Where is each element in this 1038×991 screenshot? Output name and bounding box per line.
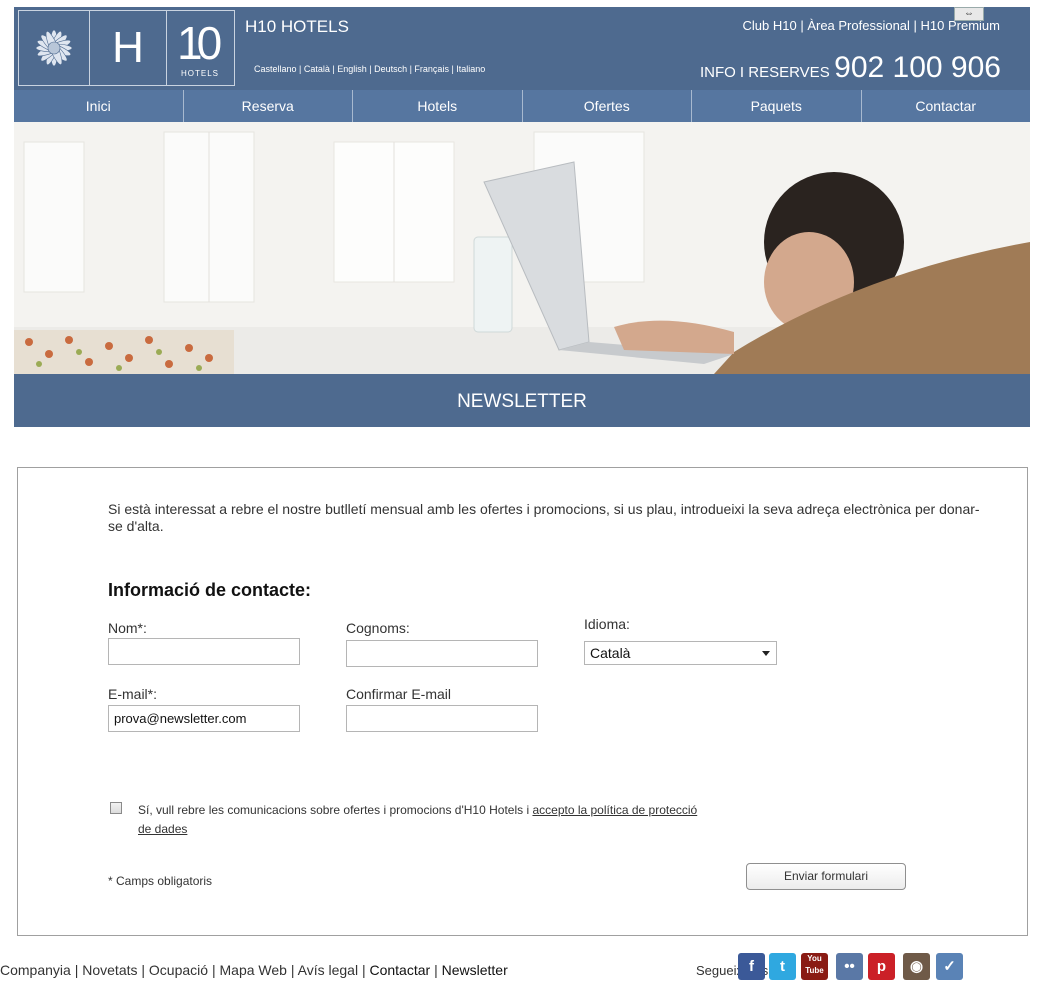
tripadvisor-icon[interactable]: ✓ (936, 953, 963, 980)
flickr-icon[interactable]: •• (836, 953, 863, 980)
nav-item-paquets[interactable]: Paquets (692, 90, 862, 122)
footer-link-novetats[interactable]: Novetats (82, 962, 137, 978)
language-select-value: Català (590, 645, 631, 661)
consent-checkbox[interactable] (110, 802, 122, 814)
footer-link-avis-legal[interactable]: Avís legal (298, 962, 358, 978)
language-links[interactable]: Castellano | Català | English | Deutsch … (254, 64, 485, 74)
nav-item-inici[interactable]: Inici (14, 90, 184, 122)
footer-link-ocupacio[interactable]: Ocupació (149, 962, 208, 978)
youtube-icon[interactable]: You Tube (801, 953, 828, 980)
footer-links: Companyia | Novetats | Ocupació | Mapa W… (0, 962, 508, 978)
newsletter-form: Si està interessat a rebre el nostre but… (17, 467, 1028, 936)
required-note: * Camps obligatoris (108, 874, 213, 888)
footer-link-newsletter[interactable]: Newsletter (442, 962, 508, 978)
phone-info: INFO I RESERVES 902 100 906 (700, 51, 1001, 85)
instagram-icon[interactable]: ◉ (903, 953, 930, 980)
name-label: Nom*: (108, 620, 147, 636)
facebook-icon[interactable]: f (738, 953, 765, 980)
phone-number: 902 100 906 (834, 51, 1001, 84)
pinterest-icon[interactable]: p (868, 953, 895, 980)
flower-logo-icon (19, 11, 90, 85)
footer-link-contactar[interactable]: Contactar (369, 962, 430, 978)
consent-label: Sí, vull rebre les comunicacions sobre o… (138, 803, 533, 817)
language-label: Idioma: (584, 616, 630, 632)
name-field[interactable] (108, 638, 300, 665)
twitter-icon[interactable]: t (769, 953, 796, 980)
logo-number-text: 10 (177, 17, 222, 69)
logo-letter: H (90, 11, 167, 85)
confirm-email-label: Confirmar E-mail (346, 686, 452, 702)
logo-number: 10 HOTELS (167, 11, 235, 85)
phone-prefix: INFO I RESERVES (699, 64, 830, 81)
logo[interactable]: H 10 HOTELS (18, 10, 235, 86)
footer-link-companyia[interactable]: Companyia (0, 962, 71, 978)
main-nav: Inici Reserva Hotels Ofertes Paquets Con… (14, 90, 1030, 122)
resize-arrows-icon[interactable]: ⇔ (954, 7, 984, 21)
site-header: H 10 HOTELS H10 HOTELS Castellano | Cata… (14, 7, 1030, 90)
nav-item-hotels[interactable]: Hotels (353, 90, 523, 122)
email-label: E-mail*: (108, 686, 158, 702)
chevron-down-icon (762, 651, 770, 656)
contact-heading: Informació de contacte: (108, 580, 312, 600)
consent-text: Sí, vull rebre les comunicacions sobre o… (138, 801, 698, 839)
hero-image (14, 122, 1030, 374)
nav-item-reserva[interactable]: Reserva (184, 90, 353, 122)
form-intro: Si està interessat a rebre el nostre but… (108, 501, 980, 534)
nav-item-ofertes[interactable]: Ofertes (523, 90, 692, 122)
email-field[interactable] (108, 705, 300, 732)
footer-link-mapa-web[interactable]: Mapa Web (220, 962, 287, 978)
nav-item-contactar[interactable]: Contactar (862, 90, 1031, 122)
confirm-email-field[interactable] (346, 705, 538, 732)
brand-name: H10 HOTELS (245, 17, 349, 36)
section-title: NEWSLETTER (14, 374, 1030, 427)
submit-button[interactable]: Enviar formulari (746, 863, 906, 890)
surname-label: Cognoms: (346, 620, 410, 636)
surname-field[interactable] (346, 640, 538, 667)
language-select[interactable]: Català (584, 641, 777, 665)
logo-small-text: HOTELS (181, 69, 220, 78)
